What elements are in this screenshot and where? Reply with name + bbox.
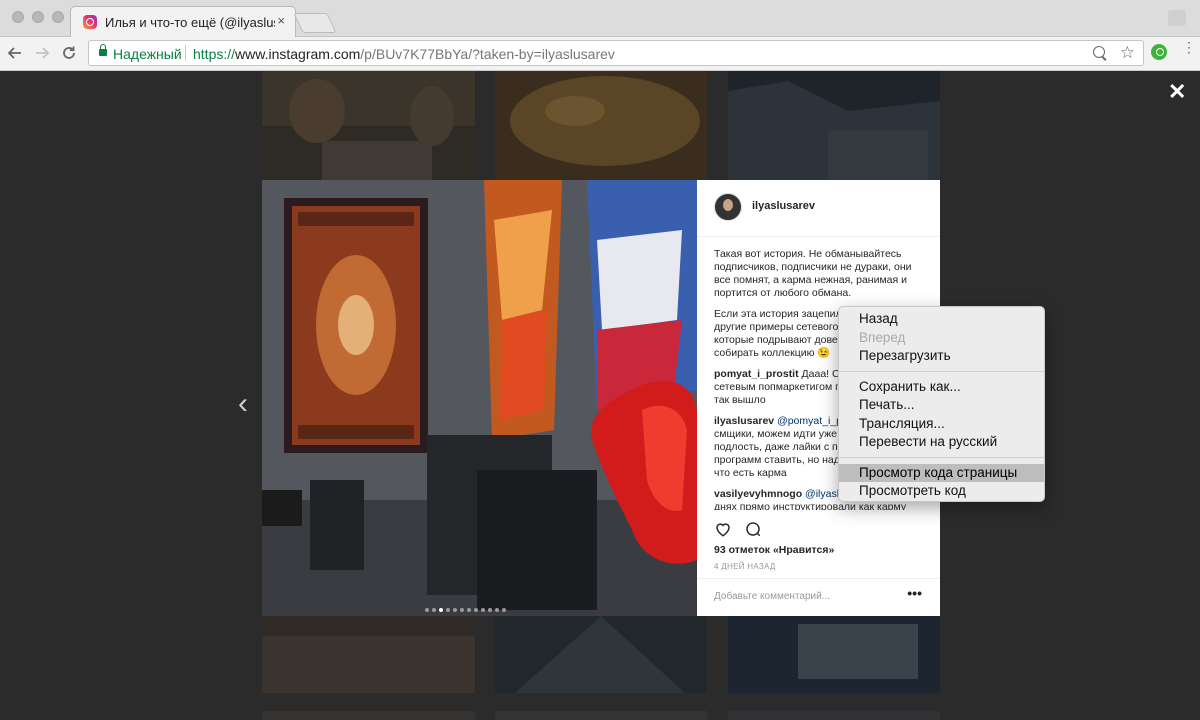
carousel-dot[interactable] xyxy=(446,608,450,612)
carousel-dot[interactable] xyxy=(460,608,464,612)
new-tab-button[interactable] xyxy=(293,13,337,33)
comment-username[interactable]: vasilyevyhmnogo xyxy=(714,488,802,500)
browser-tab[interactable]: Илья и что-то ещё (@ilyaslusarev) × xyxy=(70,6,296,37)
forward-button[interactable] xyxy=(31,42,53,64)
carousel-dot[interactable] xyxy=(453,608,457,612)
comment-input[interactable]: Добавьте комментарий... xyxy=(714,591,830,602)
post-photo[interactable] xyxy=(262,180,697,616)
grid-thumbnail[interactable] xyxy=(728,711,940,720)
previous-post-arrow-icon[interactable]: ‹ xyxy=(238,387,248,421)
zoom-icon[interactable] xyxy=(1093,46,1105,58)
menu-item-print[interactable]: Печать... xyxy=(839,396,1044,415)
address-bar[interactable]: Надежный https://www.instagram.com/p/BUv… xyxy=(88,40,1144,66)
url-divider xyxy=(185,45,186,61)
carousel-dot[interactable] xyxy=(439,608,443,612)
menu-item-forward[interactable]: Вперед xyxy=(839,329,1044,348)
window-zoom-button[interactable] xyxy=(52,11,64,23)
arrow-right-icon xyxy=(36,47,50,59)
carousel-dot[interactable] xyxy=(474,608,478,612)
lock-icon xyxy=(99,44,107,56)
menu-item-back[interactable]: Назад xyxy=(839,310,1044,329)
carousel-dot[interactable] xyxy=(488,608,492,612)
more-options-icon[interactable]: ••• xyxy=(907,585,922,601)
close-icon[interactable]: ✕ xyxy=(1168,79,1186,105)
post-timestamp: 4 ДНЕЙ НАЗАД xyxy=(714,562,776,571)
menu-item-translate[interactable]: Перевести на русский xyxy=(839,433,1044,452)
browser-toolbar: Надежный https://www.instagram.com/p/BUv… xyxy=(0,37,1200,71)
url-scheme: https:// xyxy=(193,46,236,62)
carousel-dot[interactable] xyxy=(481,608,485,612)
grid-thumbnail[interactable] xyxy=(495,71,707,180)
url-text[interactable]: https://www.instagram.com/p/BUv7K77BbYa/… xyxy=(193,46,615,62)
window-minimize-button[interactable] xyxy=(32,11,44,23)
menu-separator xyxy=(839,456,1044,458)
security-label: Надежный xyxy=(113,46,182,62)
carousel-dot[interactable] xyxy=(502,608,506,612)
carousel-dot[interactable] xyxy=(425,608,429,612)
url-path: /p/BUv7K77BbYa/?taken-by=ilyaslusarev xyxy=(360,46,615,62)
grid-thumbnail[interactable] xyxy=(262,711,475,720)
add-comment-bar: Добавьте комментарий... ••• xyxy=(697,578,940,617)
menu-item-inspect[interactable]: Просмотреть код xyxy=(839,482,1044,501)
comment-username[interactable]: pomyat_i_prostit xyxy=(714,368,799,380)
grid-thumbnail[interactable] xyxy=(262,616,475,693)
likes-count[interactable]: 93 отметок «Нравится» xyxy=(714,544,834,556)
comment-icon[interactable] xyxy=(744,520,762,538)
context-menu: Назад Вперед Перезагрузить Сохранить как… xyxy=(838,306,1045,502)
post-header: ilyaslusarev xyxy=(697,180,940,237)
grid-thumbnail[interactable] xyxy=(728,71,940,180)
reload-button[interactable] xyxy=(58,42,80,64)
carousel-indicator xyxy=(425,599,509,612)
post-image xyxy=(262,180,697,616)
heart-icon[interactable] xyxy=(714,520,732,538)
star-icon[interactable]: ☆ xyxy=(1120,43,1135,63)
carousel-dot[interactable] xyxy=(432,608,436,612)
back-button[interactable] xyxy=(4,42,26,64)
profile-icon[interactable] xyxy=(1168,10,1186,26)
grid-thumbnail[interactable] xyxy=(728,616,940,693)
tab-title: Илья и что-то ещё (@ilyaslusarev) xyxy=(105,15,275,30)
grid-thumbnail[interactable] xyxy=(495,711,707,720)
menu-item-reload[interactable]: Перезагрузить xyxy=(839,347,1044,366)
menu-item-cast[interactable]: Трансляция... xyxy=(839,415,1044,434)
tab-strip: Илья и что-то ещё (@ilyaslusarev) × xyxy=(0,0,1200,37)
comment-text: Такая вот история. Не обманывайтесь подп… xyxy=(714,248,912,299)
url-host: www.instagram.com xyxy=(235,46,361,62)
window-close-button[interactable] xyxy=(12,11,24,23)
menu-item-save-as[interactable]: Сохранить как... xyxy=(839,378,1044,397)
carousel-dot[interactable] xyxy=(467,608,471,612)
menu-separator xyxy=(839,370,1044,372)
instagram-icon xyxy=(83,15,97,29)
tab-close-icon[interactable]: × xyxy=(277,13,285,28)
post-username[interactable]: ilyaslusarev xyxy=(752,200,815,212)
comment-username[interactable]: ilyaslusarev xyxy=(714,415,774,427)
arrow-left-icon xyxy=(7,47,21,59)
menu-icon[interactable]: ⋮ xyxy=(1182,40,1196,54)
carousel-dot[interactable] xyxy=(495,608,499,612)
comment: Такая вот история. Не обманывайтесь подп… xyxy=(714,248,922,300)
extension-icon[interactable] xyxy=(1151,44,1167,60)
avatar[interactable] xyxy=(714,193,742,221)
grid-thumbnail[interactable] xyxy=(262,71,475,180)
reload-icon xyxy=(63,46,75,59)
grid-thumbnail[interactable] xyxy=(495,616,707,693)
menu-item-view-source[interactable]: Просмотр кода страницы xyxy=(839,463,1044,482)
